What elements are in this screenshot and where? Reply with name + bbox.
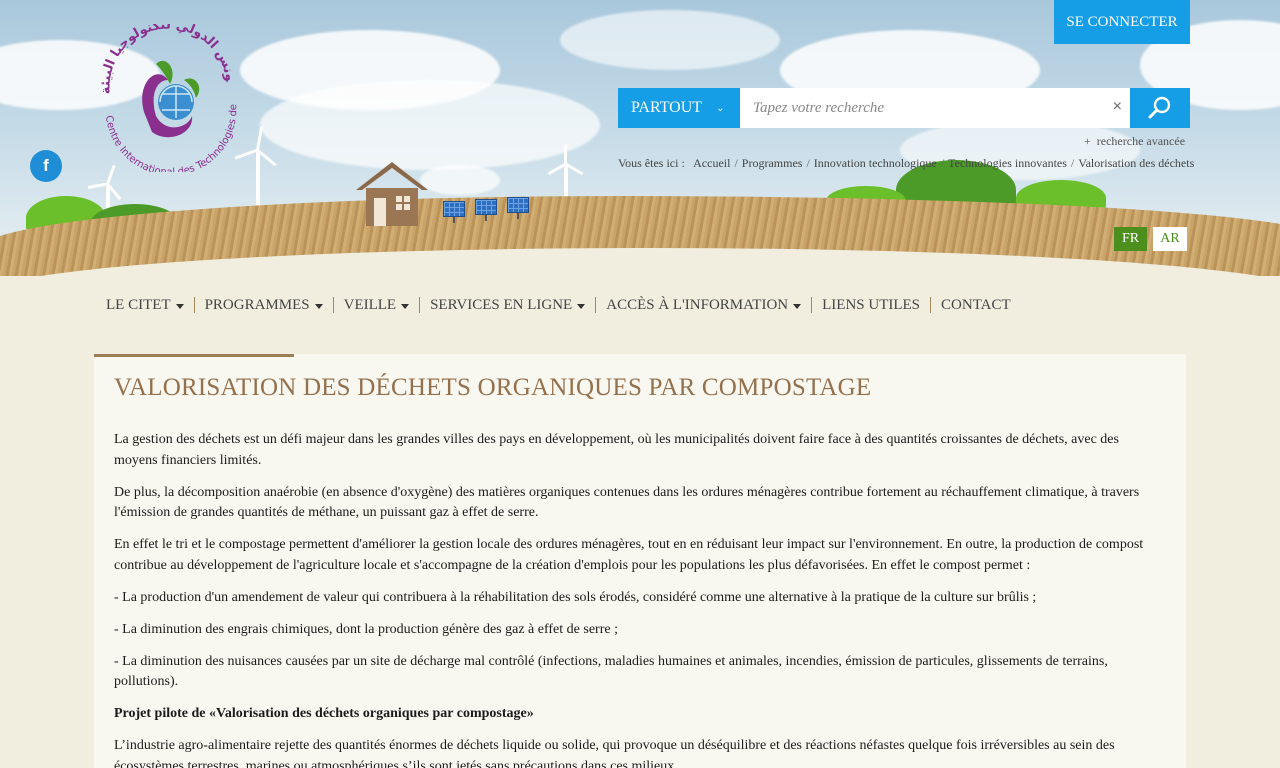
page-title: VALORISATION DES DÉCHETS ORGANIQUES PAR … [114,374,872,401]
breadcrumb: Vous êtes ici : Accueil / Programmes / Innov… [618,156,1195,170]
article-panel: VALORISATION DES DÉCHETS ORGANIQUES PAR … [94,354,1186,768]
clear-search-icon[interactable]: × [1113,98,1122,116]
login-button[interactable]: SE CONNECTER [1054,0,1190,44]
solar-panel-icon [507,197,529,219]
search-field-wrapper: × [740,88,1130,128]
search-scope-dropdown[interactable]: PARTOUT ⌄ [618,88,740,128]
svg-text:مركز تونس الدولي لتكنولوجيا ال: مركز تونس الدولي لتكنولوجيا البيئة [96,24,237,95]
breadcrumb-item-technologies[interactable]: Technologies innovantes [948,156,1067,170]
article-paragraph: L’industrie agro-alimentaire rejette des… [114,738,1115,768]
nav-item-acces-information[interactable]: ACCÈS À L'INFORMATION [595,297,811,313]
article-paragraph: De plus, la décomposition anaérobie (en … [114,484,1140,521]
breadcrumb-label: Vous êtes ici : [618,156,685,170]
caret-down-icon [401,304,410,309]
nav-item-le-citet[interactable]: LE CITET [96,297,194,313]
search-icon [1148,96,1171,119]
solar-panel-icon [443,201,465,223]
caret-down-icon [577,304,586,309]
article-subheading: Projet pilote de «Valorisation des déche… [114,706,534,721]
solar-panel-icon [475,199,497,221]
search-scope-label: PARTOUT [631,99,703,116]
nav-item-veille[interactable]: VEILLE [332,297,419,313]
breadcrumb-item-programmes[interactable]: Programmes [742,156,803,170]
title-accent-bar [94,354,294,357]
search-bar: PARTOUT ⌄ × [618,88,1190,128]
breadcrumb-item-innovation[interactable]: Innovation technologique [814,156,937,170]
article-paragraph: En effet le tri et le compostage permett… [114,537,1144,573]
search-button[interactable] [1130,88,1190,128]
nav-item-services-en-ligne[interactable]: SERVICES EN LIGNE [419,297,595,313]
nav-item-liens-utiles[interactable]: LIENS UTILES [811,297,930,313]
article-paragraph: - La diminution des nuisances causées pa… [114,653,1108,690]
cloud-decoration [560,10,780,70]
caret-down-icon [175,304,184,309]
plus-icon: + [1084,134,1091,148]
lang-fr-button[interactable]: FR [1114,227,1147,251]
nav-item-programmes[interactable]: PROGRAMMES [193,297,333,313]
facebook-icon[interactable]: f [30,150,62,182]
cloud-decoration [420,165,500,195]
article-paragraph: - La production d'un amendement de valeu… [114,589,1037,605]
breadcrumb-item-accueil[interactable]: Accueil [693,156,730,170]
logo-arabic-text: مركز تونس الدولي لتكنولوجيا البيئة [96,24,237,95]
chevron-down-icon: ⌄ [716,102,725,114]
caret-down-icon [793,304,802,309]
house-icon [356,162,428,226]
article-paragraph: - La diminution des engrais chimiques, d… [114,621,618,637]
breadcrumb-item-current: Valorisation des déchets [1078,156,1195,170]
advanced-search-link[interactable]: + recherche avancée [1084,134,1185,149]
article-body: La gestion des déchets est un défi majeu… [114,430,1164,768]
cloud-decoration [260,80,600,170]
search-input[interactable] [740,88,1130,128]
article-paragraph: La gestion des déchets est un défi majeu… [114,432,1119,468]
nav-item-contact[interactable]: CONTACT [930,297,1021,313]
lang-ar-button[interactable]: AR [1153,227,1187,251]
main-nav: LE CITET PROGRAMMES VEILLE SERVICES EN L… [96,293,1021,317]
citet-logo[interactable]: مركز تونس الدولي لتكنولوجيا البيئة Centr… [96,24,244,172]
caret-down-icon [314,304,323,309]
advanced-search-label: recherche avancée [1096,134,1186,148]
